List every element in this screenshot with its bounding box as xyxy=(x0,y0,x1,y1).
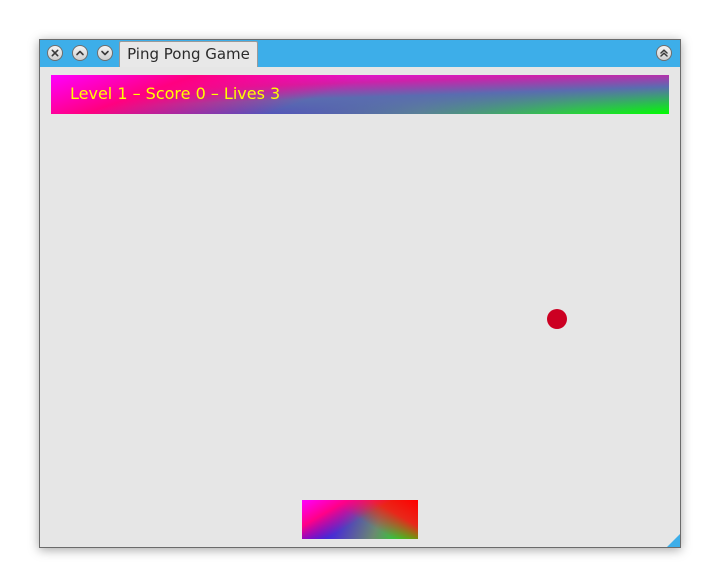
game-window: Ping Pong Game Level 1 – Score 0 – Lives… xyxy=(39,39,681,548)
chevron-up-icon xyxy=(76,50,84,56)
title-bar[interactable]: Ping Pong Game xyxy=(40,40,680,67)
window-title-tab[interactable]: Ping Pong Game xyxy=(119,41,258,67)
double-chevron-up-icon xyxy=(660,49,668,57)
paddle[interactable] xyxy=(302,500,418,539)
hud-status-text: Level 1 – Score 0 – Lives 3 xyxy=(70,84,281,103)
window-menu-button[interactable] xyxy=(656,45,672,61)
ball xyxy=(547,309,567,329)
chevron-down-icon xyxy=(101,50,109,56)
close-button[interactable] xyxy=(47,45,63,61)
game-canvas[interactable]: Level 1 – Score 0 – Lives 3 xyxy=(40,67,680,547)
hud-banner: Level 1 – Score 0 – Lives 3 xyxy=(51,75,669,114)
close-icon xyxy=(51,49,59,57)
minimize-button[interactable] xyxy=(72,45,88,61)
resize-grip[interactable] xyxy=(667,534,680,547)
maximize-button[interactable] xyxy=(97,45,113,61)
